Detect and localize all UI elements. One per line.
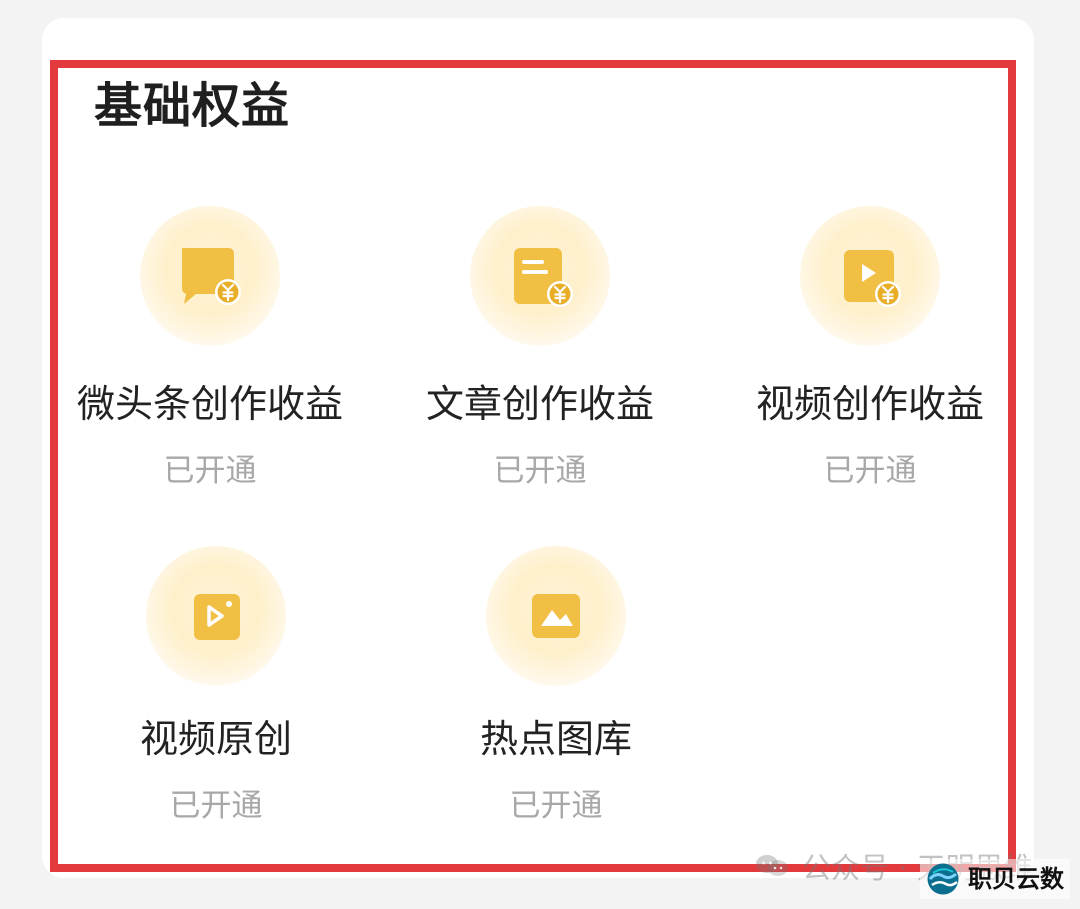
benefit-icon-container [140, 206, 280, 346]
benefit-status: 已开通 [509, 787, 603, 824]
corner-brand: 职贝云数 [920, 859, 1070, 899]
benefit-micro-headline-creation-income[interactable]: 微头条创作收益 已开通 [50, 206, 370, 488]
benefit-title: 热点图库 [479, 717, 632, 761]
chat-bubble-yuan-icon [182, 248, 241, 305]
benefit-icon-container [800, 206, 940, 346]
video-yuan-icon [844, 250, 901, 307]
benefit-icon-container [470, 206, 610, 346]
benefit-status: 已开通 [163, 452, 257, 489]
section-title: 基础权益 [94, 78, 291, 134]
benefit-status: 已开通 [823, 452, 917, 489]
benefit-title: 微头条创作收益 [76, 382, 343, 426]
brand-text: 职贝云数 [968, 865, 1064, 893]
benefit-article-creation-income[interactable]: 文章创作收益 已开通 [380, 206, 700, 488]
video-original-icon [194, 594, 240, 640]
globe-logo-icon [927, 863, 959, 895]
benefit-status: 已开通 [169, 787, 263, 824]
benefit-status: 已开通 [493, 452, 587, 489]
benefit-icon-container [486, 546, 626, 686]
benefit-icon-container [146, 546, 286, 686]
benefit-title: 文章创作收益 [425, 382, 654, 426]
document-yuan-icon [514, 248, 573, 307]
benefit-title: 视频原创 [139, 717, 292, 761]
benefit-video-original[interactable]: 视频原创 已开通 [56, 546, 376, 823]
image-library-icon [532, 594, 580, 638]
benefit-hotspot-image-library[interactable]: 热点图库 已开通 [396, 546, 716, 823]
benefit-title: 视频创作收益 [755, 382, 984, 426]
benefit-video-creation-income[interactable]: 视频创作收益 已开通 [710, 206, 1030, 488]
wechat-icon [756, 855, 788, 876]
